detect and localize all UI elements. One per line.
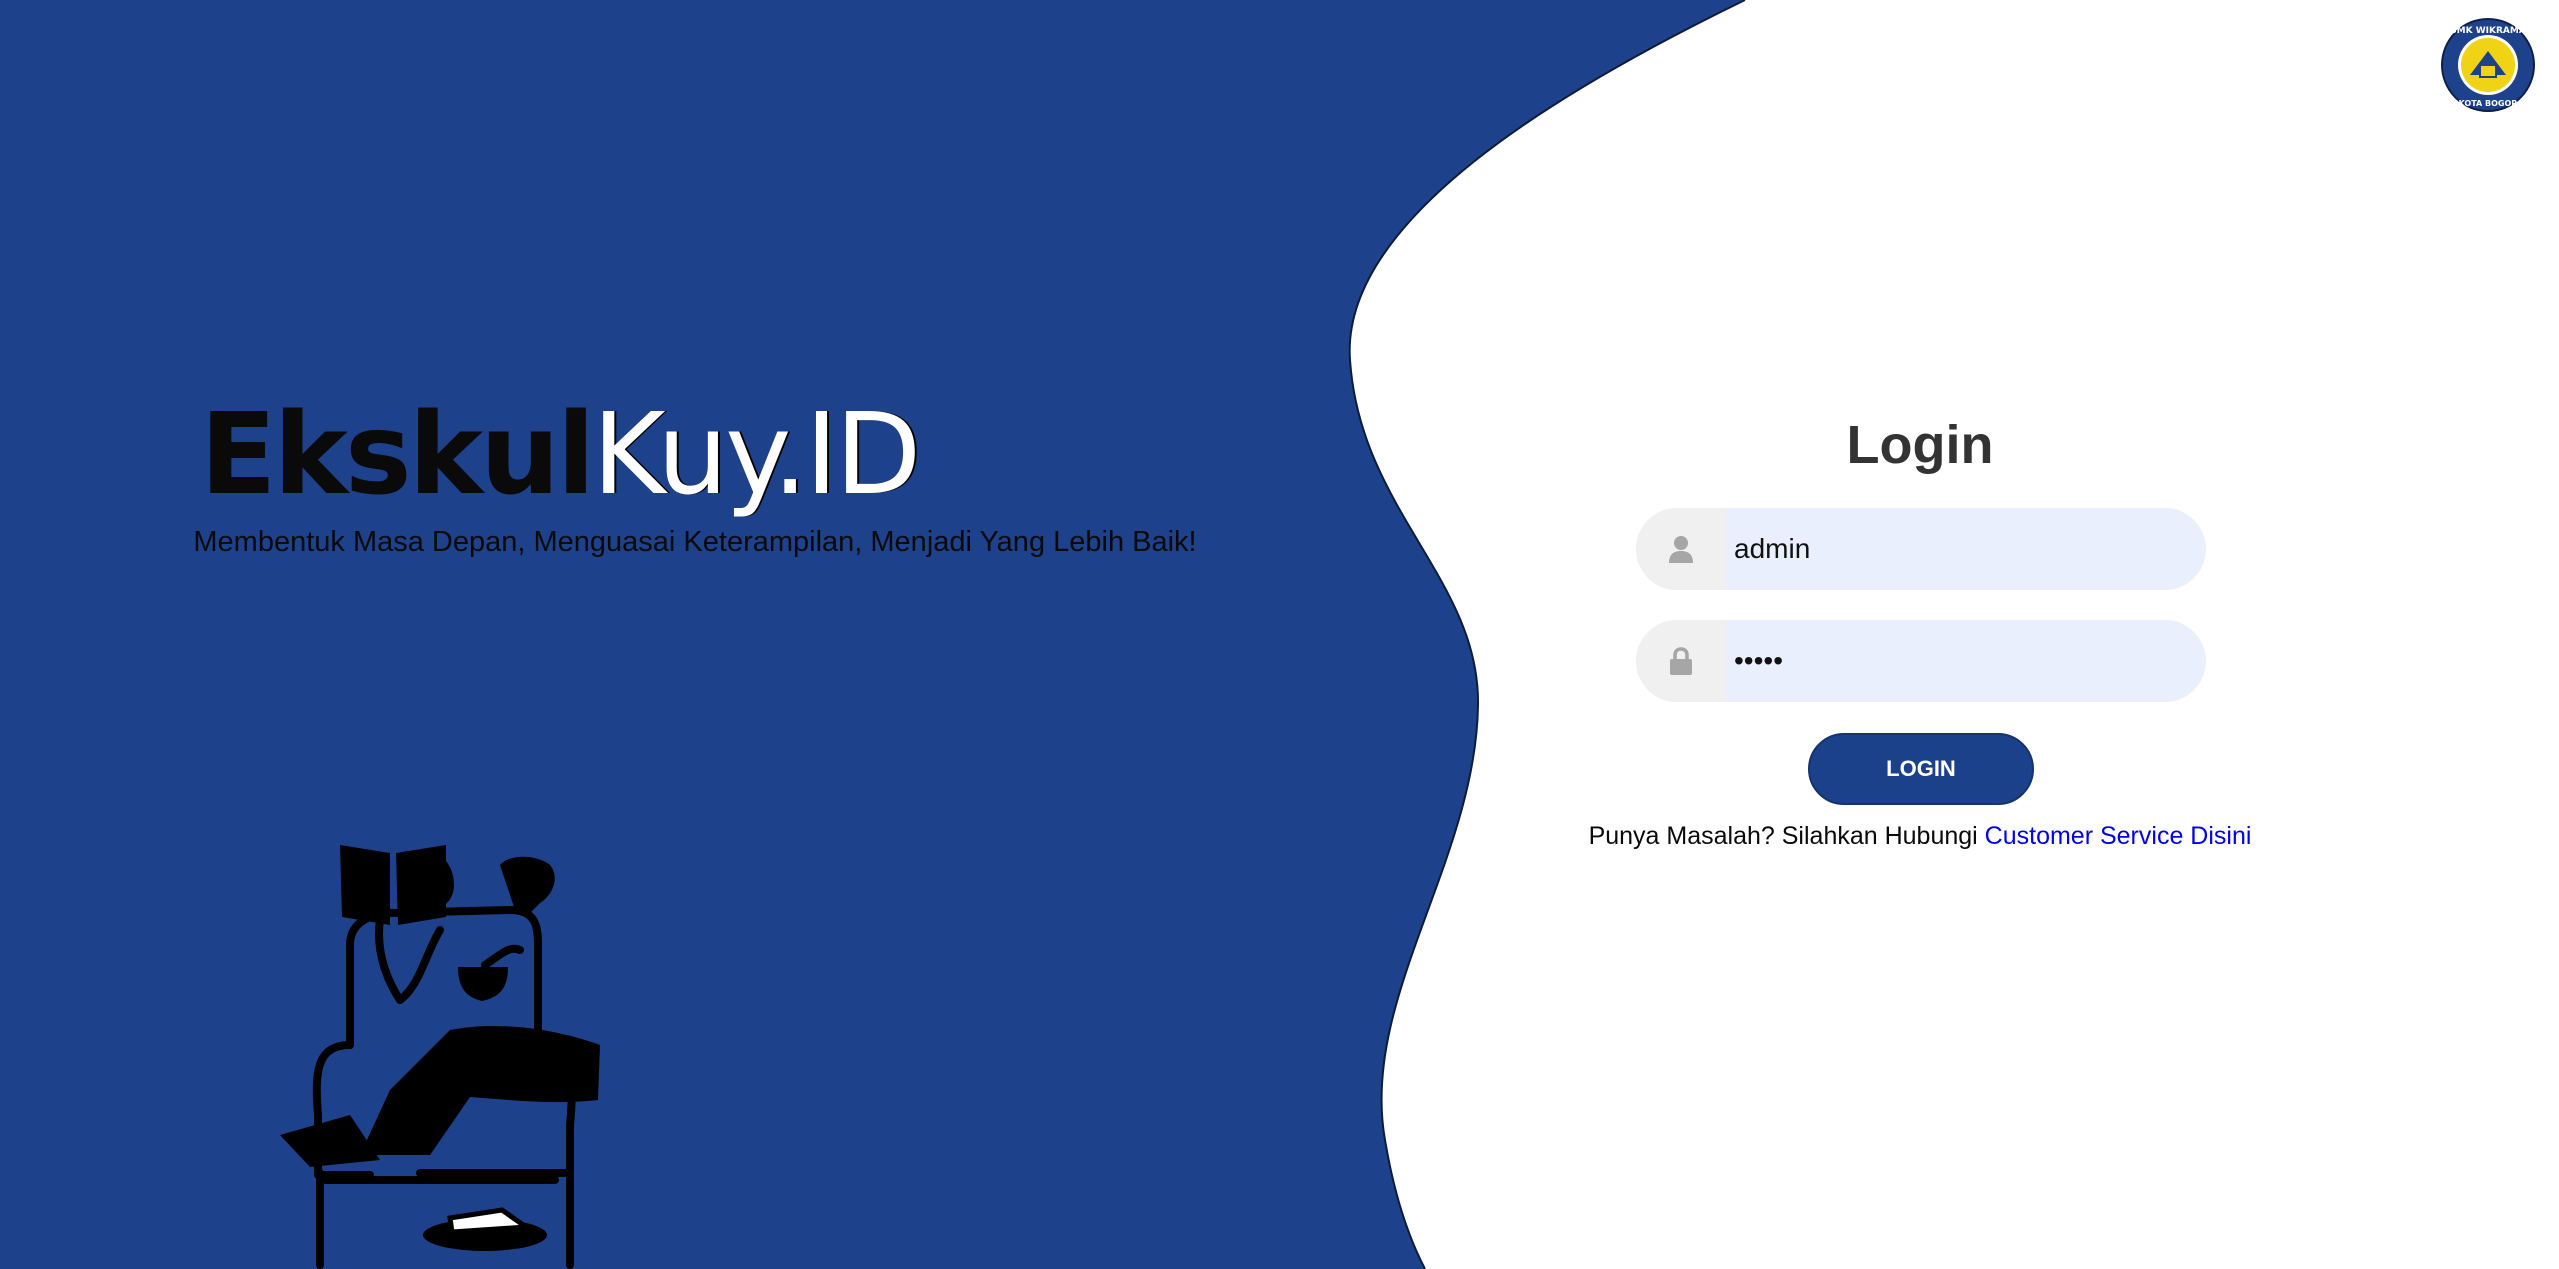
- username-field: [1636, 508, 2206, 590]
- user-icon: [1669, 536, 1693, 563]
- login-title: Login: [1846, 415, 1994, 475]
- password-input[interactable]: [1726, 620, 2189, 702]
- brand-title: EkskulKuy.ID: [200, 385, 1200, 525]
- lock-icon: [1670, 647, 1692, 675]
- username-input[interactable]: [1726, 508, 2189, 590]
- password-field: [1636, 620, 2206, 702]
- school-logo: SMK WIKRAMA KOTA BOGOR: [2441, 18, 2535, 112]
- logo-bottom-text: KOTA BOGOR: [2459, 99, 2518, 108]
- brand-title-part1: Ekskul: [200, 390, 595, 520]
- help-text: Punya Masalah? Silahkan Hubungi Customer…: [1520, 818, 2320, 854]
- tagline: Membentuk Masa Depan, Menguasai Keteramp…: [193, 526, 1197, 558]
- logo-top-text: SMK WIKRAMA: [2450, 26, 2526, 36]
- customer-service-link[interactable]: Customer Service Disini: [1985, 822, 2252, 850]
- help-label: Punya Masalah? Silahkan Hubungi: [1588, 822, 1985, 850]
- username-icon-box: [1636, 508, 1726, 590]
- reading-person-illustration: [280, 845, 600, 1269]
- password-icon-box: [1636, 620, 1726, 702]
- brand-title-part2: Kuy.ID: [592, 390, 921, 520]
- login-button[interactable]: LOGIN: [1808, 733, 2034, 805]
